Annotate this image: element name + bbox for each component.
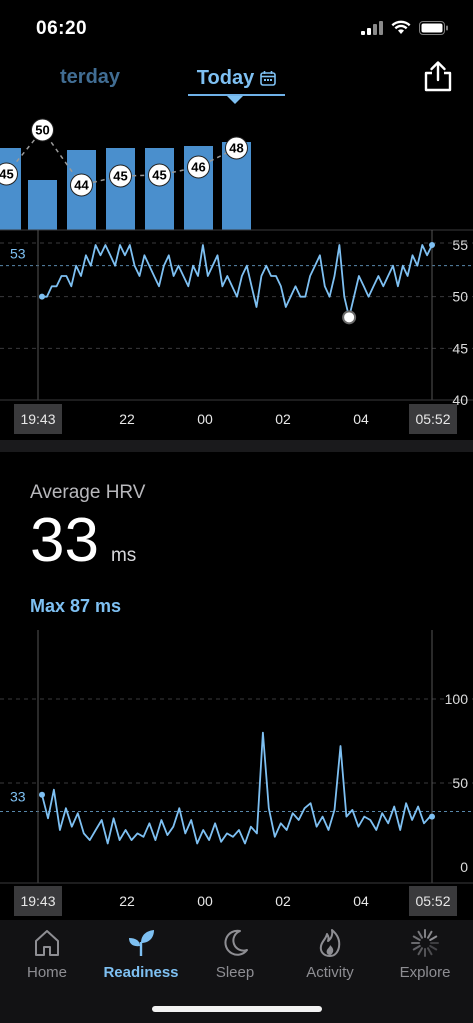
- badge-value: 44: [74, 178, 89, 193]
- tab-sleep[interactable]: Sleep: [188, 928, 282, 981]
- hrv-value-row: 33 ms: [30, 510, 136, 572]
- bar: [28, 180, 57, 230]
- today-label: Today: [196, 66, 255, 89]
- tab-today[interactable]: Today: [188, 62, 285, 96]
- x-tick-label: 19:43: [20, 411, 55, 427]
- x-tick-label: 05:52: [415, 893, 450, 909]
- tab-label: Sleep: [215, 964, 255, 981]
- bar: [145, 148, 174, 230]
- badge-value: 45: [152, 168, 166, 183]
- heart-rate-series: [39, 242, 435, 325]
- spinner-spoke: [412, 935, 421, 941]
- series-line: [41, 731, 431, 845]
- y-tick-label: 50: [452, 775, 468, 791]
- spinner-spoke: [427, 947, 433, 956]
- tab-label: Readiness: [103, 964, 179, 981]
- tab-readiness[interactable]: Readiness: [94, 928, 188, 981]
- x-tick-label: 19:43: [20, 893, 55, 909]
- hrv-max-label: Max 87 ms: [30, 596, 122, 616]
- min-point-dot: [342, 310, 357, 325]
- flame-icon: [319, 929, 341, 957]
- badge-value: 45: [0, 167, 14, 182]
- spinner-spoke: [417, 947, 423, 956]
- tab-activity[interactable]: Activity: [283, 928, 377, 981]
- trend-badge: 50: [31, 118, 54, 142]
- trend-badge: 45: [148, 163, 171, 187]
- spinner-spoke: [412, 945, 421, 951]
- x-axis-ticks: 19:43 22 00 02 04 05:52: [14, 404, 457, 434]
- tab-yesterday[interactable]: terday: [60, 66, 120, 89]
- wifi-icon: [391, 20, 411, 34]
- battery-icon: [419, 20, 448, 35]
- chart-gridlines: 53: [0, 229, 473, 401]
- tab-label: Home: [26, 964, 67, 981]
- tab-home[interactable]: Home: [0, 928, 94, 981]
- x-tick-label: 04: [353, 411, 369, 427]
- trend-badge: 45: [0, 162, 18, 186]
- spinner-spoke: [429, 945, 438, 951]
- series-end-dot: [429, 242, 435, 248]
- sprout-icon: [129, 930, 154, 956]
- section-divider: [0, 440, 473, 452]
- tab-label: Explore: [399, 964, 451, 981]
- average-label: 53: [10, 246, 26, 262]
- status-time: 06:20: [36, 18, 88, 39]
- hrv-title: Average HRV: [30, 482, 146, 503]
- share-icon[interactable]: [423, 60, 453, 92]
- trend-badge: 44: [70, 173, 93, 197]
- today-indicator-caret: [227, 96, 243, 104]
- series-start-dot: [39, 293, 45, 300]
- tab-label: Activity: [306, 964, 354, 981]
- y-axis-ticks: 55504540: [452, 237, 468, 408]
- heart-rate-chart[interactable]: 45504445 454648 53 55504540 19:43 22 00 02 04…: [0, 110, 473, 440]
- badge-value: 50: [35, 123, 49, 138]
- calendar-icon: [260, 70, 277, 86]
- trend-badge: 45: [109, 164, 132, 188]
- status-icons: [361, 20, 449, 35]
- x-tick-label: 00: [197, 893, 213, 909]
- badge-value: 45: [113, 169, 127, 184]
- house-icon: [35, 930, 59, 956]
- hrv-series: [39, 731, 435, 845]
- cellular-signal-icon: [361, 20, 383, 35]
- tab-explore[interactable]: Explore: [378, 928, 472, 981]
- x-tick-label: 22: [119, 411, 135, 427]
- x-tick-label: 05:52: [415, 411, 450, 427]
- y-tick-label: 0: [460, 859, 468, 875]
- series-start-dot: [39, 791, 45, 798]
- hrv-average-value: 33: [30, 506, 99, 575]
- chart-gridlines: 33: [0, 630, 473, 884]
- average-label: 33: [10, 789, 26, 805]
- bar: [106, 148, 135, 230]
- hrv-chart[interactable]: 33 100 50 0 19:43 22 00 02 04 05:52: [0, 625, 473, 920]
- home-indicator: [152, 1006, 322, 1012]
- spinner-spoke: [427, 930, 433, 939]
- y-tick-label: 55: [452, 237, 468, 253]
- series-end-dot: [429, 813, 435, 820]
- trend-badge: 48: [225, 136, 248, 160]
- trend-badge: 46: [187, 155, 210, 179]
- status-bar: 06:20: [0, 0, 473, 54]
- x-axis-ticks: 19:43 22 00 02 04 05:52: [14, 886, 457, 916]
- spinner-icon: [411, 929, 439, 957]
- x-tick-label: 02: [275, 411, 291, 427]
- x-tick-label: 00: [197, 411, 213, 427]
- x-tick-label: 02: [275, 893, 291, 909]
- date-navigation: terday Today: [0, 56, 473, 106]
- badge-value: 46: [191, 160, 205, 175]
- badge-value: 48: [229, 141, 243, 156]
- x-tick-label: 04: [353, 893, 369, 909]
- moon-icon: [224, 929, 248, 956]
- spinner-spoke: [429, 935, 438, 941]
- x-tick-label: 22: [119, 893, 135, 909]
- series-line: [42, 244, 433, 319]
- y-tick-label: 50: [452, 289, 468, 305]
- y-tick-label: 100: [445, 691, 469, 707]
- y-tick-label: 45: [452, 340, 468, 356]
- spinner-spoke: [417, 930, 423, 939]
- hrv-unit: ms: [110, 545, 137, 566]
